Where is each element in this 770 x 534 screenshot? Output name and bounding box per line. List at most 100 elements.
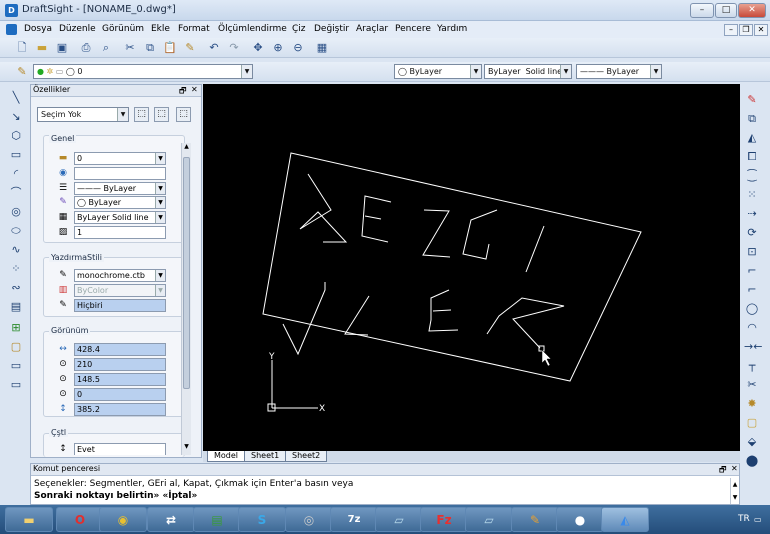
menu-ekle[interactable]: Ekle <box>151 24 170 34</box>
array-tool-icon[interactable]: ⁙ <box>744 187 760 203</box>
command-prompt-line[interactable]: Sonraki noktayı belirtin» «İptal» <box>34 491 197 501</box>
taskbar-filezilla-icon[interactable]: Fz <box>420 507 468 532</box>
edit-block-icon[interactable]: ▢ <box>744 415 760 431</box>
redo-icon[interactable]: ↷ <box>226 40 242 56</box>
taskbar-paint-icon[interactable]: ✎ <box>511 507 559 532</box>
pattern-tool-icon[interactable]: ⁐ <box>744 168 760 184</box>
mdi-close-button[interactable]: ✕ <box>754 24 768 36</box>
lineweight-dropdown[interactable]: ——— ByLayer ▼ <box>576 64 662 79</box>
circle-tool-icon[interactable]: ◎ <box>8 204 24 220</box>
insert-block-icon[interactable]: ⊞ <box>8 320 24 336</box>
scroll-up-icon[interactable]: ▲ <box>182 143 191 153</box>
taskbar-7zip-icon[interactable]: 7z <box>330 507 378 532</box>
color-dropdown[interactable]: ◯ ByLayer ▼ <box>394 64 482 79</box>
app-menu-icon[interactable] <box>6 24 17 35</box>
linestyle-field[interactable]: ByLayer Solid line ▼ <box>74 211 166 224</box>
selection-dropdown[interactable]: Seçim Yok ▼ <box>37 107 129 122</box>
plot-field[interactable]: Hiçbiri <box>74 299 166 312</box>
paste-icon[interactable]: 📋 <box>162 40 178 56</box>
menu-gorunum[interactable]: Görünüm <box>102 24 144 34</box>
color-field[interactable] <box>74 167 166 180</box>
polygon-tool-icon[interactable]: ⬡ <box>8 128 24 144</box>
plot-style-table-field[interactable]: monochrome.ctb ▼ <box>74 269 166 282</box>
close-icon[interactable]: ✕ <box>191 85 198 94</box>
menu-yardim[interactable]: Yardım <box>437 24 467 34</box>
view-width-field[interactable]: 428.4 <box>74 343 166 356</box>
print-preview-icon[interactable]: ⌕ <box>98 40 114 56</box>
menu-araclar[interactable]: Araçlar <box>356 24 388 34</box>
freehand-tool-icon[interactable]: ∾ <box>8 280 24 296</box>
menu-degistir[interactable]: Değiştir <box>314 24 349 34</box>
extend-tool-icon[interactable]: ◯ <box>744 301 760 317</box>
minimize-button[interactable]: – <box>690 3 714 18</box>
scroll-thumb[interactable] <box>183 157 190 389</box>
toggle-pickadd-button[interactable]: ⬚ <box>176 107 191 122</box>
taskbar-explorer-icon[interactable]: ▬ <box>5 507 53 532</box>
quick-select-button[interactable]: ⬚ <box>134 107 149 122</box>
erase-tool-icon[interactable]: ✎ <box>744 92 760 108</box>
properties-scrollbar[interactable]: ▲ ▼ <box>181 143 191 455</box>
line-tool-icon[interactable]: ╲ <box>8 90 24 106</box>
rotate-tool-icon[interactable]: ⟳ <box>744 225 760 241</box>
explode-tool-icon[interactable]: ✸ <box>744 396 760 412</box>
region-tool-icon[interactable]: ▢ <box>8 339 24 355</box>
table-tool-icon[interactable]: ▭ <box>8 358 24 374</box>
layer-dropdown[interactable]: ● ✲ ▭ ◯ 0 ▼ <box>33 64 253 79</box>
view-center-y-field[interactable]: 0 <box>74 388 166 401</box>
undo-icon[interactable]: ↶ <box>206 40 222 56</box>
taskbar-draftsight-icon[interactable]: ◭ <box>601 507 649 532</box>
linetype-dropdown[interactable]: ByLayer Solid line ▼ <box>484 64 572 79</box>
fill-tool-icon[interactable]: ⬤ <box>744 453 760 469</box>
color-select-field[interactable]: ◯ ByLayer ▼ <box>74 196 166 209</box>
chamfer-tool-icon[interactable]: ┬ <box>744 358 760 374</box>
taskbar-disc-icon[interactable]: ◎ <box>285 507 333 532</box>
menu-ciz[interactable]: Çiz <box>292 24 306 34</box>
properties-tool-icon[interactable]: ⬙ <box>744 434 760 450</box>
rectangle-tool-icon[interactable]: ▭ <box>8 147 24 163</box>
taskbar-notes2-icon[interactable]: ▱ <box>465 507 513 532</box>
offset-tool-icon[interactable]: ⧠ <box>744 149 760 165</box>
open-folder-icon[interactable]: ▬ <box>34 40 50 56</box>
text-tool-icon[interactable]: ▭ <box>8 377 24 393</box>
trim-tool-icon[interactable]: ⌐ <box>744 282 760 298</box>
scroll-down-icon[interactable]: ▼ <box>182 443 191 453</box>
maximize-button[interactable]: □ <box>715 3 737 18</box>
language-indicator[interactable]: TR <box>738 514 750 524</box>
fillet-tool-icon[interactable]: ✂ <box>744 377 760 393</box>
taskbar-notes-icon[interactable]: ▱ <box>375 507 423 532</box>
properties-icon[interactable]: ▦ <box>314 40 330 56</box>
break-tool-icon[interactable]: ◠ <box>744 320 760 336</box>
taskbar-chrome-icon[interactable]: ◉ <box>99 507 147 532</box>
taskbar-teamviewer-icon[interactable]: ⇄ <box>147 507 195 532</box>
misc-field[interactable]: Evet <box>74 443 166 455</box>
copy-tool-icon[interactable]: ⧉ <box>744 111 760 127</box>
arc-tool-icon[interactable]: ◜ <box>8 166 24 182</box>
zoom-previous-icon[interactable]: ⊖ <box>290 40 306 56</box>
spline-tool-icon[interactable]: ∿ <box>8 242 24 258</box>
menu-dosya[interactable]: Dosya <box>24 24 52 34</box>
match-properties-icon[interactable]: ✎ <box>182 40 198 56</box>
scale-tool-icon[interactable]: ⊡ <box>744 244 760 260</box>
print-icon[interactable]: ⎙ <box>78 40 94 56</box>
save-icon[interactable]: ▣ <box>54 40 70 56</box>
mdi-restore-button[interactable]: ❐ <box>739 24 753 36</box>
menu-olcumlendirme[interactable]: Ölçümlendirme <box>218 24 287 34</box>
taskbar-skype-icon[interactable]: S <box>238 507 286 532</box>
menu-format[interactable]: Format <box>178 24 210 34</box>
taskbar-spreadsheet-icon[interactable]: ▤ <box>193 507 241 532</box>
view-center-z-field[interactable]: 385.2 <box>74 403 166 416</box>
mdi-minimize-button[interactable]: – <box>724 24 738 36</box>
arc-3point-tool-icon[interactable]: ⌒ <box>8 185 24 201</box>
layer-field[interactable]: 0 ▼ <box>74 152 166 165</box>
tab-sheet2[interactable]: Sheet2 <box>285 451 328 462</box>
command-scrollbar[interactable]: ▲ ▼ <box>730 478 739 504</box>
mirror-tool-icon[interactable]: ◭ <box>744 130 760 146</box>
ellipse-tool-icon[interactable]: ⬭ <box>8 223 24 239</box>
tab-model[interactable]: Model <box>207 451 246 462</box>
zoom-window-icon[interactable]: ⊕ <box>270 40 286 56</box>
keyboard-icon[interactable]: ▭ <box>754 515 762 524</box>
menu-pencere[interactable]: Pencere <box>395 24 431 34</box>
point-tool-icon[interactable]: ⁘ <box>8 261 24 277</box>
menu-duzenle[interactable]: Düzenle <box>59 24 96 34</box>
stretch-tool-icon[interactable]: ⌐ <box>744 263 760 279</box>
